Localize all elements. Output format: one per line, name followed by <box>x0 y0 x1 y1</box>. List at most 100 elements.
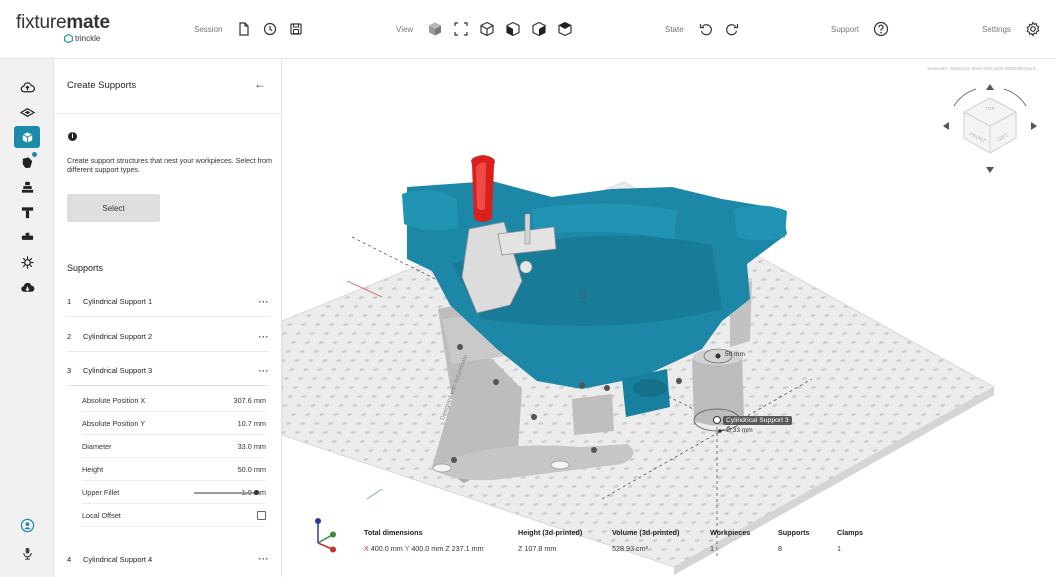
support-row-3[interactable]: 3 Cylindrical Support 3 ··· <box>67 356 269 386</box>
printed-volume: Volume (3d-printed) 528.93 cm³ <box>612 528 679 553</box>
state-label: State <box>665 24 684 34</box>
local-offset-checkbox[interactable] <box>257 510 266 520</box>
app-header: fixturemate trinckle Session View State … <box>0 0 1056 59</box>
session-id: SessionID: 85a0a131-9ba4-44f9-ad0b-9b0b0… <box>927 66 1036 71</box>
support-name: Cylindrical Support 2 <box>83 332 153 341</box>
upper-fillet-slider[interactable] <box>194 490 259 495</box>
supports-tool-icon[interactable] <box>14 126 40 148</box>
clamp-tool-icon[interactable] <box>14 201 40 223</box>
back-arrow-icon[interactable]: ← <box>254 77 266 91</box>
support-number: 4 <box>67 554 72 564</box>
settings-group: Settings <box>982 20 1051 38</box>
help-icon[interactable] <box>873 21 889 37</box>
rotate-left-icon[interactable] <box>943 122 949 130</box>
diameter-callout: Ø 33 mm <box>726 427 753 434</box>
prop-abs-pos-x[interactable]: Absolute Position X 307.6 mm <box>82 389 266 412</box>
stat-value: 528.93 cm³ <box>612 544 648 553</box>
stat-value: 1 <box>837 544 841 553</box>
account-icon[interactable] <box>14 514 40 536</box>
history-icon[interactable] <box>262 21 278 37</box>
clamps-count: Clamps 1 <box>837 528 863 553</box>
stat-value: 8 <box>778 544 782 553</box>
stat-label: Supports <box>778 528 810 537</box>
more-options-icon[interactable]: ··· <box>257 366 269 376</box>
support-row-1[interactable]: 1 Cylindrical Support 1 ··· <box>67 287 269 317</box>
front-view-icon[interactable] <box>505 21 521 37</box>
stat-label: Workpieces <box>710 528 751 537</box>
rotate-down-icon[interactable] <box>986 167 994 173</box>
support-group: Support <box>831 20 899 38</box>
prop-abs-pos-y[interactable]: Absolute Position Y 10.7 mm <box>82 412 266 435</box>
redo-icon[interactable] <box>724 21 740 37</box>
more-options-icon[interactable]: ··· <box>257 297 269 307</box>
prop-label: Absolute Position Y <box>82 418 146 428</box>
support-label: Support <box>831 24 860 34</box>
support-number: 2 <box>67 332 72 341</box>
support-row-4[interactable]: 4 Cylindrical Support 4 ··· <box>67 544 269 574</box>
prop-label: Local Offset <box>82 510 121 520</box>
brand-wordmark: fixturemate <box>16 12 110 33</box>
view-cube[interactable]: TOP FRONT LEFT <box>940 76 1040 176</box>
prop-local-offset[interactable]: Local Offset <box>82 504 266 527</box>
prop-label: Absolute Position X <box>82 395 146 405</box>
cube-face-top[interactable]: TOP <box>985 106 994 111</box>
prop-value[interactable]: 307.6 mm <box>234 396 266 405</box>
export-cloud-icon[interactable] <box>14 276 40 298</box>
support-row-2[interactable]: 2 Cylindrical Support 2 ··· <box>67 322 269 352</box>
pins-tool-icon[interactable] <box>14 151 40 173</box>
side-view-icon[interactable] <box>531 21 547 37</box>
view-group: View <box>396 20 583 38</box>
pattern-tool-icon[interactable] <box>14 251 40 273</box>
save-icon[interactable] <box>288 21 304 37</box>
supports-count: Supports 8 <box>778 528 810 553</box>
support-number: 1 <box>67 297 72 306</box>
more-options-icon[interactable]: ··· <box>257 554 269 564</box>
prop-upper-fillet[interactable]: Upper Fillet 1.0 mm <box>82 481 266 504</box>
support-name: Cylindrical Support 3 <box>83 366 153 375</box>
label-tool-icon[interactable] <box>14 226 40 248</box>
shaded-view-icon[interactable] <box>427 21 443 37</box>
assistant-icon[interactable] <box>14 542 40 564</box>
import-cloud-icon[interactable] <box>14 76 40 98</box>
state-group: State <box>665 20 750 38</box>
more-options-icon[interactable]: ··· <box>257 332 269 342</box>
model-stats: Total dimensions X 400.0 mm Y 400.0 mm Z… <box>364 528 904 564</box>
prop-value[interactable]: 33.0 mm <box>238 442 266 451</box>
app-logo[interactable]: fixturemate trinckle <box>16 12 110 43</box>
top-view-icon[interactable] <box>557 21 573 37</box>
stat-label: Clamps <box>837 528 863 537</box>
support-name-callout[interactable]: Cylindrical Support 3 <box>723 416 792 425</box>
stack-tool-icon[interactable] <box>14 176 40 198</box>
support-name: Cylindrical Support 4 <box>83 554 153 564</box>
stat-label: Height (3d-printed) <box>518 528 583 537</box>
support-number: 3 <box>67 366 72 375</box>
stat-label: Volume (3d-printed) <box>612 528 680 537</box>
new-file-icon[interactable] <box>236 21 252 37</box>
prop-value[interactable]: 50.0 mm <box>238 465 266 474</box>
iso-view-icon[interactable] <box>479 21 495 37</box>
session-label: Session <box>194 24 223 34</box>
height-callout: 50 mm <box>725 351 745 358</box>
view-label: View <box>396 24 414 34</box>
workpieces-count: Workpieces 1 <box>710 528 750 553</box>
select-button[interactable]: Select <box>67 194 160 222</box>
stat-value: X 400.0 mm Y 400.0 mm Z 237.1 mm <box>364 544 484 553</box>
prop-diameter[interactable]: Diameter 33.0 mm <box>82 435 266 458</box>
prop-height[interactable]: Height 50.0 mm <box>82 458 266 481</box>
prop-value[interactable]: 10.7 mm <box>238 419 266 428</box>
baseplate-icon[interactable] <box>14 101 40 123</box>
panel-title: Create Supports <box>67 80 137 91</box>
rotate-right-icon[interactable] <box>1031 122 1037 130</box>
fit-view-icon[interactable] <box>453 21 469 37</box>
stat-label: Total dimensions <box>364 528 423 537</box>
info-icon: i <box>68 132 77 141</box>
slider-handle[interactable] <box>254 490 259 495</box>
3d-viewport[interactable]: SessionID: 85a0a131-9ba4-44f9-ad0b-9b0b0… <box>282 59 1056 577</box>
stat-value: Z 107.8 mm <box>518 544 557 553</box>
undo-icon[interactable] <box>698 21 714 37</box>
settings-gear-icon[interactable] <box>1025 21 1041 37</box>
prop-label: Diameter <box>82 441 112 451</box>
session-group: Session <box>194 20 314 38</box>
total-dimensions: Total dimensions X 400.0 mm Y 400.0 mm Z… <box>364 528 484 553</box>
rotate-up-icon[interactable] <box>986 84 994 90</box>
